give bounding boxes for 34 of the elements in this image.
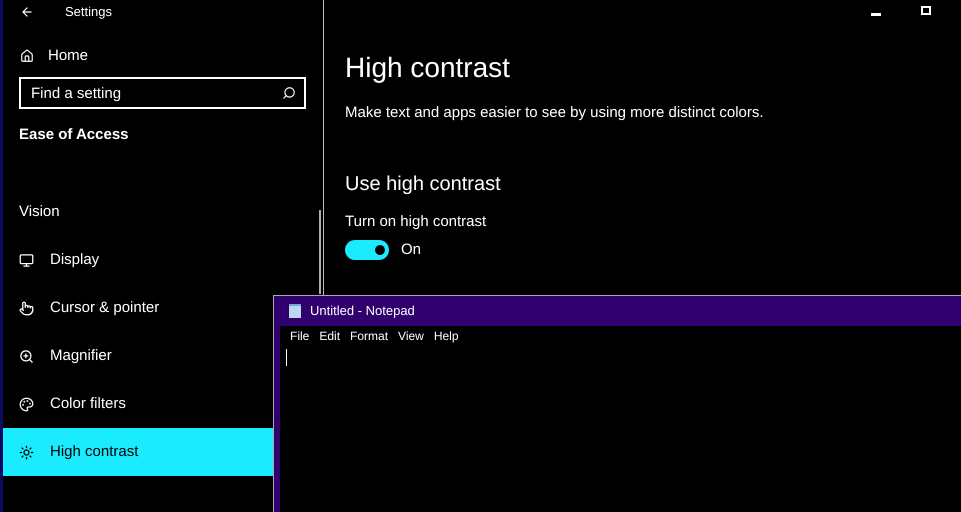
scrollbar[interactable] <box>319 210 321 294</box>
category-heading: Ease of Access <box>19 125 130 145</box>
nav-item[interactable]: Cursor & pointer <box>3 284 273 332</box>
search-icon[interactable] <box>282 86 296 100</box>
nav-item[interactable]: High contrast <box>3 428 273 476</box>
home-link[interactable]: Home <box>20 42 323 70</box>
toggle-label: Turn on high contrast <box>345 212 488 232</box>
notepad-icon <box>288 303 302 319</box>
notepad-title: Untitled - Notepad <box>310 302 415 320</box>
search-field[interactable]: Find a setting <box>19 77 306 109</box>
sun-icon <box>19 444 34 460</box>
nav-item[interactable]: Color filters <box>3 380 273 428</box>
nav-item[interactable]: Magnifier <box>3 332 273 380</box>
monitor-icon <box>19 252 34 268</box>
page-title: High contrast <box>345 51 510 85</box>
menu-item[interactable]: Format <box>346 327 392 345</box>
back-icon[interactable] <box>20 5 34 19</box>
section-heading: Vision <box>19 202 61 222</box>
toggle-state: On <box>401 240 422 260</box>
section-title: Use high contrast <box>345 172 502 196</box>
menu-item[interactable]: Edit <box>315 327 344 345</box>
maximize-icon[interactable] <box>921 6 931 15</box>
zoom-in-icon <box>19 348 34 364</box>
window-title: Settings <box>65 3 112 22</box>
text-cursor <box>286 349 287 366</box>
page-description: Make text and apps easier to see by using more distinct colors. <box>345 103 765 123</box>
menu-item[interactable]: View <box>394 327 428 345</box>
menu-item[interactable]: Help <box>430 327 463 345</box>
home-icon <box>20 49 34 63</box>
palette-icon <box>19 396 34 412</box>
toggle-switch[interactable] <box>345 240 389 260</box>
nav-item[interactable]: Display <box>3 236 273 284</box>
menu-item[interactable]: File <box>286 327 314 345</box>
hand-pointer-icon <box>19 300 34 316</box>
